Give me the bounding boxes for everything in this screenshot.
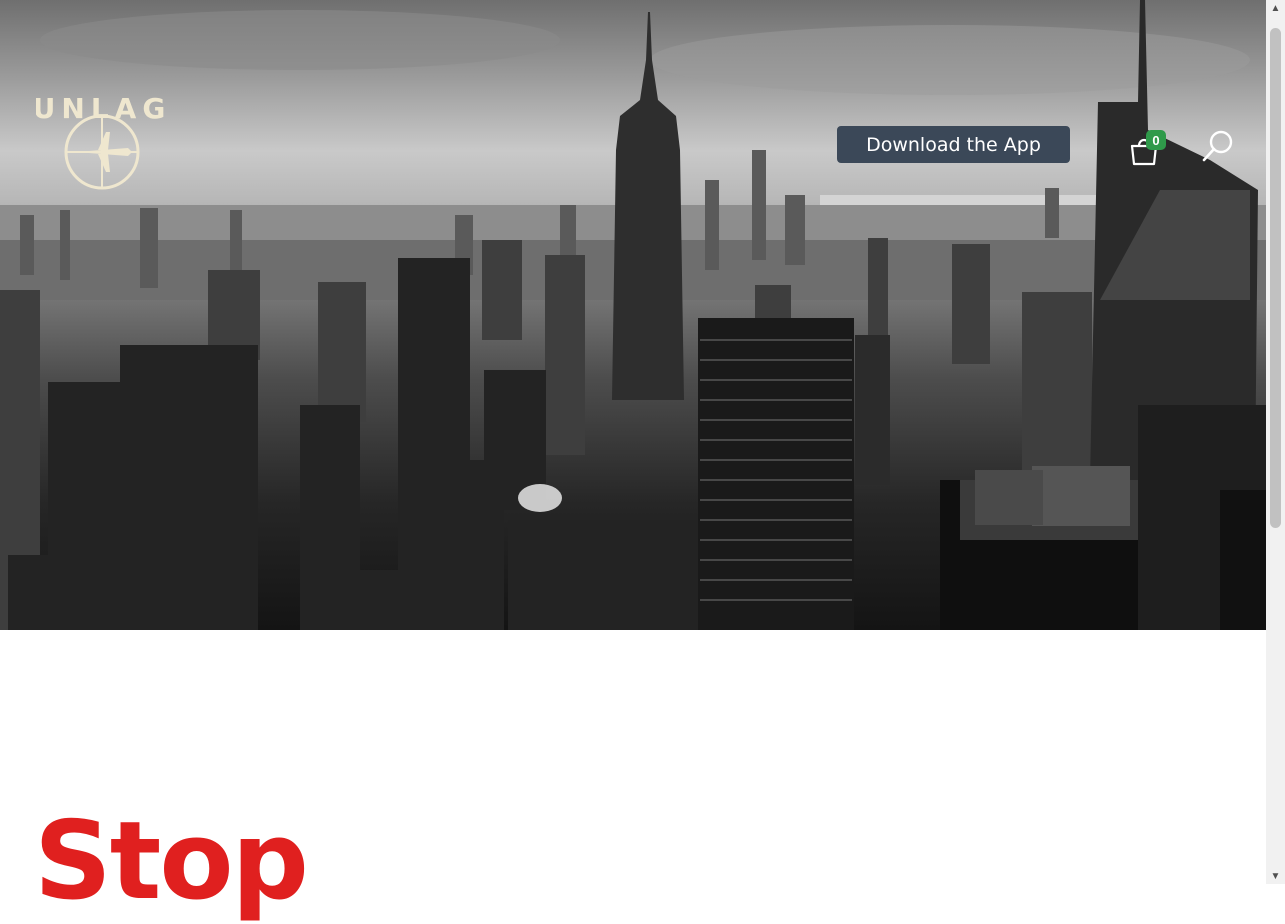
scroll-down-arrow-icon[interactable]: ▼ — [1266, 868, 1285, 884]
scrollbar-thumb[interactable] — [1270, 28, 1281, 528]
scroll-up-arrow-icon[interactable]: ▲ — [1266, 0, 1285, 16]
city-skyline-illustration — [0, 0, 1266, 630]
page-headline: Stop — [34, 799, 309, 924]
vertical-scrollbar[interactable]: ▲ ▼ — [1266, 0, 1285, 884]
brand-logo[interactable]: UNLAG — [36, 88, 168, 192]
search-icon — [1202, 130, 1233, 162]
hero-image: UNLAG Download the App 0 — [0, 0, 1266, 630]
compass-plane-icon: UNLAG — [36, 92, 165, 190]
search-button[interactable] — [1200, 128, 1238, 164]
cart-count-badge: 0 — [1146, 130, 1166, 150]
download-app-button[interactable]: Download the App — [837, 126, 1070, 163]
cart-button[interactable]: 0 — [1128, 130, 1166, 166]
